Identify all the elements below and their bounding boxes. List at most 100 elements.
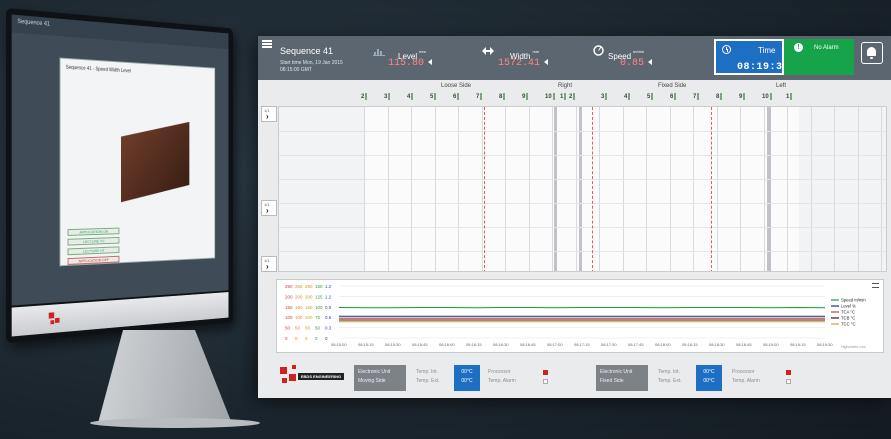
speed-unit: m/min <box>633 48 645 54</box>
time-box: Time 08:19:36 <box>714 39 789 75</box>
y-axis-tick-label: 200 <box>305 294 313 299</box>
y-axis-tick-label: 0.6 <box>325 315 332 320</box>
width-unit: mm <box>532 48 540 54</box>
column-tick: 6 <box>453 93 460 100</box>
y-axis-tick-label: 0 <box>285 336 288 341</box>
column-tick: 9 <box>522 93 529 100</box>
fixed-temp-alarm-led <box>786 379 791 384</box>
column-tick: 5 <box>430 93 437 100</box>
side-nav-button-top[interactable]: 1/1 › <box>261 106 277 122</box>
alarm-bell-button[interactable] <box>861 42 883 64</box>
y-axis-tick-label: 250 <box>295 284 303 289</box>
speed-measure: Speedm/min 0.85 <box>608 46 653 69</box>
moving-temp-alarm-led <box>543 379 548 384</box>
fixed-processor-labels: Processor Temp. Alarm <box>732 368 760 386</box>
column-tick: 1 <box>786 93 793 100</box>
grid-line <box>279 203 886 204</box>
column-tick: 7 <box>476 93 483 100</box>
x-axis-tick-label: 08:17:15 <box>574 342 590 347</box>
sensor-marker-icon <box>411 93 414 100</box>
column-tick: 2 <box>361 93 368 100</box>
level-value-row: 115.80 <box>388 58 433 69</box>
mockup-logo <box>48 307 93 326</box>
header-bar: Sequence 41 Start time Mon, 19 Jan 2015 … <box>258 36 891 80</box>
column-tick: 2 <box>569 93 576 100</box>
mockup-window-caption: Sequence 41 - Speed Width Level <box>65 64 131 75</box>
chart-menu-icon[interactable] <box>872 283 879 288</box>
column-tick: 7 <box>693 93 700 100</box>
x-axis-tick-label: 08:18:00 <box>655 342 671 347</box>
main-panel: Sequence 41 Start time Mon, 19 Jan 2015 … <box>258 36 891 398</box>
chevron-right-icon: › <box>266 112 269 121</box>
moving-processor-labels: Processor Temp. Alarm <box>488 368 516 386</box>
y-axis-tick-label: 75 <box>315 315 321 320</box>
column-tick: 3 <box>384 93 391 100</box>
unit-fixed-title: Electronic Unit <box>600 369 633 375</box>
y-axis-tick-label: 1.2 <box>325 284 332 289</box>
y-axis-tick-label: 0.9 <box>325 305 332 310</box>
x-axis-tick-label: 08:19:00 <box>763 342 779 347</box>
mockup-window: Sequence 41 - Speed Width Level APPLICAT… <box>59 57 216 267</box>
sensor-marker-icon <box>651 93 654 100</box>
chevron-right-icon: › <box>266 262 269 271</box>
alarm-status: ! No Alarm <box>784 39 854 75</box>
alarm-label: No Alarm <box>814 45 839 51</box>
hamburger-menu-icon[interactable] <box>262 40 272 48</box>
side-nav-button-bottom[interactable]: 1/1 › <box>261 256 277 272</box>
time-value: 08:19:36 <box>737 62 790 73</box>
section-left: Left <box>776 83 787 89</box>
monitor-stand <box>97 330 233 425</box>
fixed-temp-int-label: Temp. Int. <box>658 369 680 375</box>
sensor-marker-icon <box>573 93 576 100</box>
side-nav-button-mid[interactable]: 1/1 › <box>261 200 277 216</box>
x-axis-tick-label: 08:15:15 <box>358 342 374 347</box>
column-tick: 4 <box>624 93 631 100</box>
y-axis-tick-label: 0 <box>305 336 308 341</box>
trend-chart-svg: 2502001501005002502001501005002502001501… <box>285 284 866 349</box>
monitor-foot <box>90 418 260 428</box>
y-axis-tick-label: 0.3 <box>325 326 332 331</box>
grid-line <box>279 251 886 252</box>
computer-mockup: Sequence 41 Sequence 41 - Speed Width Le… <box>0 0 300 439</box>
sequence-title: Sequence 41 <box>280 46 334 56</box>
width-value: 1572.41 <box>498 58 541 69</box>
column-tick: 10 <box>545 93 555 100</box>
level-arrow-icon <box>428 59 433 65</box>
monitor-screen: Sequence 41 Sequence 41 - Speed Width Le… <box>11 14 229 306</box>
thermal-heatmap <box>278 106 887 272</box>
sensor-marker-icon <box>503 93 506 100</box>
x-axis-tick-label: 08:15:30 <box>385 342 401 347</box>
sensor-marker-icon <box>790 93 793 100</box>
moving-temp-ext-value: 00°C <box>461 378 473 384</box>
unit-moving-side: Moving Side <box>358 378 386 384</box>
grid-line <box>279 227 886 228</box>
mockup-product-image <box>121 121 190 203</box>
sensor-marker-icon <box>365 93 368 100</box>
width-measure: Widthmm 1572.41 <box>498 46 549 69</box>
column-tick: 10 <box>762 93 772 100</box>
width-icon <box>482 47 494 55</box>
chevron-right-icon: › <box>266 206 269 215</box>
alert-icon: ! <box>794 43 803 52</box>
moving-temp-values: 00°C 00°C <box>454 365 480 391</box>
fixed-temp-int-value: 00°C <box>703 369 715 375</box>
x-axis-tick-label: 08:16:30 <box>493 342 509 347</box>
column-tick: 6 <box>670 93 677 100</box>
legend-entry: Level % <box>841 304 856 309</box>
bell-icon <box>867 47 876 59</box>
speed-arrow-icon <box>648 59 653 65</box>
column-tick: 4 <box>407 93 414 100</box>
sensor-marker-icon <box>743 93 746 100</box>
clock-icon <box>722 45 731 54</box>
level-unit: mm <box>419 48 426 54</box>
column-tick: 8 <box>499 93 506 100</box>
level-icon <box>373 49 385 56</box>
column-tick: 1 <box>560 93 567 100</box>
chart-credit: Highcharts.com <box>841 345 866 349</box>
x-axis-tick-label: 08:19:30 <box>817 342 833 347</box>
sensor-marker-icon <box>564 93 567 100</box>
y-axis-tick-label: 150 <box>305 305 313 310</box>
level-value: 115.80 <box>388 58 425 69</box>
y-axis-tick-label: 250 <box>285 284 293 289</box>
logo-text: EBDS ENGINEERING <box>298 373 344 380</box>
